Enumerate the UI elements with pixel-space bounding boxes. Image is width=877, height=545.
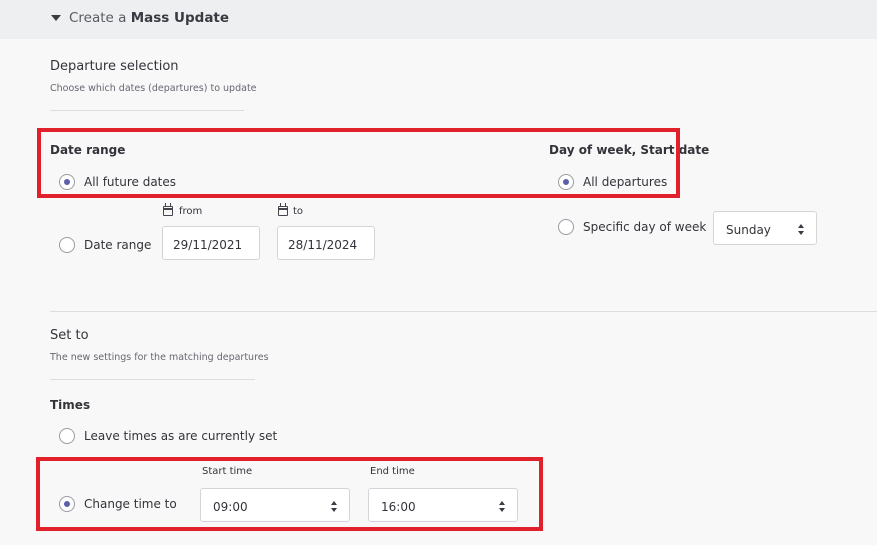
select-arrows-icon: [798, 224, 805, 235]
to-label: to: [293, 206, 304, 217]
caret-down-icon[interactable]: [51, 15, 61, 21]
calendar-icon: [278, 203, 288, 216]
date-range-radio[interactable]: [59, 237, 75, 253]
departure-selection-title: Departure selection: [50, 59, 179, 74]
specific-day-label[interactable]: Specific day of week: [583, 220, 706, 234]
leave-times-radio[interactable]: [59, 428, 75, 444]
calendar-icon: [163, 203, 173, 216]
highlight-box-date-range: [37, 128, 680, 198]
header-title-prefix: Create a: [69, 10, 127, 26]
to-date-input[interactable]: 28/11/2024: [277, 226, 375, 260]
leave-times-label[interactable]: Leave times as are currently set: [84, 429, 277, 443]
header-title-bold: Mass Update: [130, 10, 230, 26]
set-to-subtitle: The new settings for the matching depart…: [50, 352, 269, 363]
specific-day-radio[interactable]: [558, 219, 574, 235]
date-range-label[interactable]: Date range: [84, 238, 151, 252]
highlight-box-change-time: [36, 457, 543, 531]
divider: [50, 110, 244, 111]
day-of-week-select-value: Sunday: [726, 223, 771, 237]
from-date-input[interactable]: 29/11/2021: [162, 226, 260, 260]
day-of-week-select[interactable]: Sunday: [713, 211, 817, 245]
header-title: Create a Mass Update: [69, 10, 229, 26]
departure-selection-subtitle: Choose which dates (departures) to updat…: [50, 83, 257, 94]
divider: [50, 379, 255, 380]
from-label: from: [179, 206, 203, 217]
times-group-label: Times: [50, 398, 91, 412]
mass-update-header[interactable]: Create a Mass Update: [0, 0, 877, 39]
set-to-title: Set to: [50, 328, 89, 343]
section-divider: [50, 311, 877, 312]
